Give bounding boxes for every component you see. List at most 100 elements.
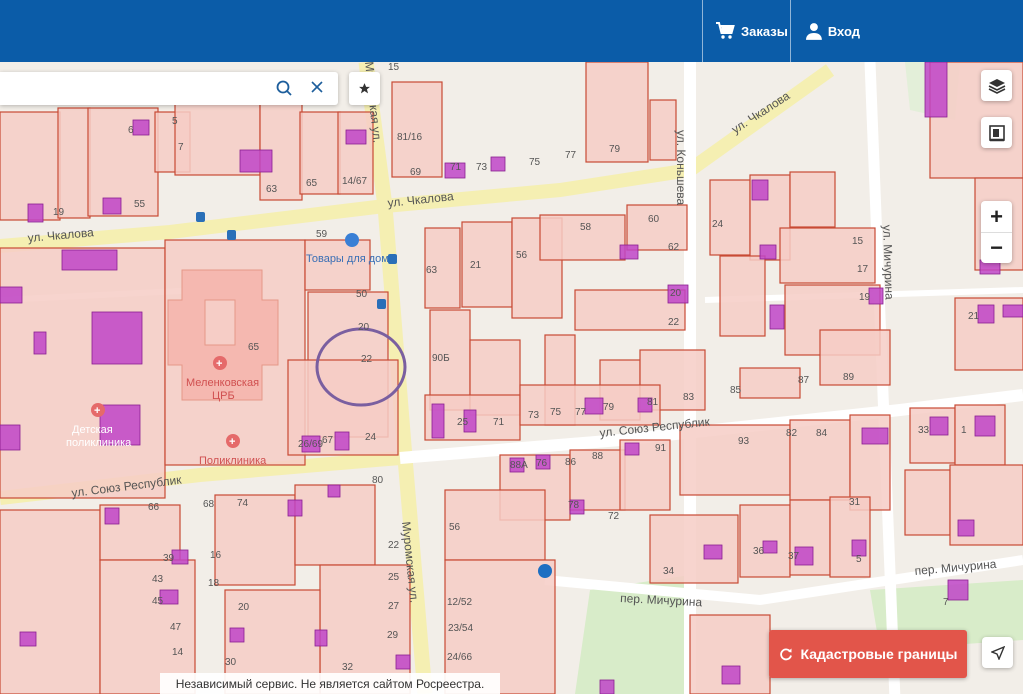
cadastral-map[interactable]: ул. Чкалова ул. Чкалова ул. Чкалова Муро… [0, 62, 1023, 694]
house-number-label: 32 [342, 662, 354, 673]
login-button[interactable]: Вход [790, 0, 860, 62]
house-number-label: 5 [856, 554, 862, 565]
house-number-label: 76 [536, 458, 548, 469]
house-number-label: 79 [603, 402, 615, 413]
house-number-label: 20 [670, 288, 682, 299]
house-number-label: 37 [788, 551, 800, 562]
cart-icon [716, 22, 735, 39]
house-number-label: 63 [426, 265, 438, 276]
zoom-control: + − [981, 201, 1012, 263]
street-label: ул. Коньшева [674, 130, 688, 205]
house-number-label: 58 [580, 222, 592, 233]
house-number-label: 22 [388, 540, 400, 551]
house-number-label: 83 [683, 392, 695, 403]
refresh-icon [779, 648, 792, 661]
house-number-label: 21 [968, 311, 980, 322]
house-number-label: 15 [852, 236, 864, 247]
poi-label: Детская [72, 424, 113, 436]
house-number-label: 50 [356, 289, 368, 300]
zoom-in-button[interactable]: + [981, 201, 1012, 233]
poi-label: Поликлиника [199, 455, 267, 467]
house-number-label: 75 [550, 407, 562, 418]
house-number-label: 86 [565, 457, 577, 468]
house-number-label: 79 [609, 144, 621, 155]
house-number-label: 24 [365, 432, 377, 443]
house-number-label: 24 [712, 219, 724, 230]
house-number-label: 56 [449, 522, 461, 533]
star-icon [359, 83, 370, 94]
house-number-label: 18 [208, 578, 220, 589]
house-number-label: 82 [786, 428, 798, 439]
svg-text:+: + [94, 405, 100, 417]
login-label: Вход [827, 23, 860, 39]
house-number-label: 62 [668, 242, 680, 253]
house-number-label: 7 [178, 142, 184, 153]
house-number-label: 56 [516, 250, 528, 261]
house-number-label: 90Б [432, 353, 450, 364]
close-icon[interactable] [310, 80, 324, 94]
house-number-label: 55 [134, 199, 146, 210]
house-number-label: 22 [361, 354, 373, 365]
house-number-label: 45 [152, 596, 164, 607]
house-number-label: 73 [476, 162, 488, 173]
disclaimer-note: Независимый сервис. Не является сайтом Р… [160, 673, 500, 694]
search-icon[interactable] [276, 80, 292, 96]
house-number-label: 63 [266, 184, 278, 195]
house-number-label: 89 [843, 372, 855, 383]
house-number-label: 19 [53, 207, 65, 218]
street-label: ул. Мичурина [880, 225, 897, 301]
svg-text:+: + [216, 358, 222, 370]
house-number-label: 39 [163, 553, 175, 564]
house-number-label: 6 [128, 125, 134, 136]
house-number-label: 5 [172, 116, 178, 127]
house-number-label: 81/16 [397, 132, 422, 143]
poi-label: Товары для дома [306, 253, 396, 265]
orders-button[interactable]: Заказы [702, 0, 790, 62]
house-number-label: 71 [450, 162, 462, 173]
house-number-label: 87 [798, 375, 810, 386]
house-number-label: 91 [655, 443, 667, 454]
poi-label: ЦРБ [212, 390, 235, 402]
search-bar [0, 72, 338, 105]
house-number-label: 85 [730, 385, 742, 396]
top-header: Заказы Вход [0, 0, 1023, 62]
favorite-button[interactable] [349, 72, 380, 105]
house-number-label: 74 [237, 498, 249, 509]
house-number-label: 14/67 [342, 176, 367, 187]
search-input[interactable] [6, 76, 270, 103]
layers-button[interactable] [981, 70, 1012, 101]
house-number-label: 66 [148, 502, 160, 513]
house-number-label: 60 [648, 214, 660, 225]
house-number-label: 72 [608, 511, 620, 522]
house-number-label: 65 [306, 178, 318, 189]
house-number-label: 19 [859, 292, 871, 303]
orders-label: Заказы [741, 23, 788, 39]
house-number-label: 12/52 [447, 597, 472, 608]
house-number-label: 20 [358, 322, 370, 333]
select-area-icon [988, 124, 1005, 141]
house-number-label: 14 [172, 647, 184, 658]
cadastral-borders-button[interactable]: Кадастровые границы [769, 630, 967, 678]
house-number-label: 26/69 [298, 439, 323, 450]
house-number-label: 80 [372, 475, 384, 486]
house-number-label: 27 [388, 601, 400, 612]
map-canvas[interactable]: ул. Чкалова ул. Чкалова ул. Чкалова Муро… [0, 62, 1023, 694]
house-number-label: 23/54 [448, 623, 473, 634]
select-area-button[interactable] [981, 117, 1012, 148]
house-number-label: 25 [388, 572, 400, 583]
locate-button[interactable] [982, 637, 1013, 668]
poi-label: Меленковская [186, 377, 259, 389]
navigation-arrow-icon [990, 645, 1005, 660]
house-number-label: 59 [316, 229, 328, 240]
zoom-out-button[interactable]: − [981, 232, 1012, 263]
house-number-label: 88А [510, 460, 528, 471]
house-number-label: 47 [170, 622, 182, 633]
house-number-label: 73 [528, 410, 540, 421]
house-number-label: 77 [565, 150, 577, 161]
house-number-label: 15 [388, 62, 400, 73]
house-number-label: 25 [457, 417, 469, 428]
house-number-label: 30 [225, 657, 237, 668]
house-number-label: 36 [753, 546, 765, 557]
location-marker[interactable] [538, 564, 552, 578]
poi-label: поликлиника [66, 437, 132, 449]
